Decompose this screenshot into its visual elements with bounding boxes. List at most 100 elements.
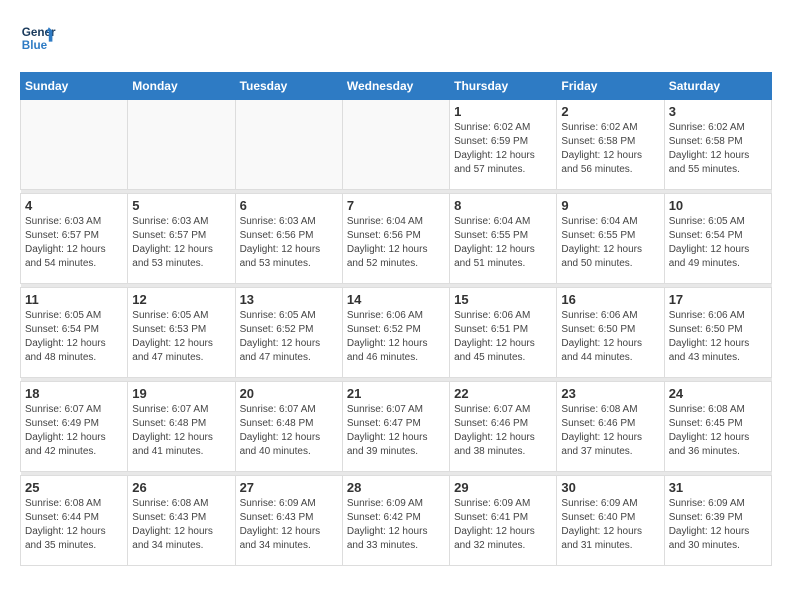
day-info: Sunrise: 6:02 AMSunset: 6:59 PMDaylight:… xyxy=(454,121,552,177)
day-info: Sunrise: 6:09 AMSunset: 6:43 PMDaylight:… xyxy=(240,497,338,553)
calendar-cell: 16 Sunrise: 6:06 AMSunset: 6:50 PMDayligh… xyxy=(557,288,664,378)
day-info: Sunrise: 6:06 AMSunset: 6:50 PMDaylight:… xyxy=(561,309,659,365)
day-number: 29 xyxy=(454,480,552,495)
calendar-cell: 8 Sunrise: 6:04 AMSunset: 6:55 PMDaylight… xyxy=(450,194,557,284)
day-number: 5 xyxy=(132,198,230,213)
day-info: Sunrise: 6:05 AMSunset: 6:53 PMDaylight:… xyxy=(132,309,230,365)
day-number: 17 xyxy=(669,292,767,307)
day-number: 23 xyxy=(561,386,659,401)
weekday-tuesday: Tuesday xyxy=(235,73,342,100)
calendar-cell: 29 Sunrise: 6:09 AMSunset: 6:41 PMDayligh… xyxy=(450,476,557,566)
day-info: Sunrise: 6:06 AMSunset: 6:50 PMDaylight:… xyxy=(669,309,767,365)
day-info: Sunrise: 6:05 AMSunset: 6:52 PMDaylight:… xyxy=(240,309,338,365)
calendar-cell: 31 Sunrise: 6:09 AMSunset: 6:39 PMDayligh… xyxy=(664,476,771,566)
calendar-cell: 12Sunrise: 6:05 AMSunset: 6:53 PMDayligh… xyxy=(128,288,235,378)
calendar-cell: 15 Sunrise: 6:06 AMSunset: 6:51 PMDayligh… xyxy=(450,288,557,378)
calendar-cell: 7 Sunrise: 6:04 AMSunset: 6:56 PMDaylight… xyxy=(342,194,449,284)
week-row-1: 1 Sunrise: 6:02 AMSunset: 6:59 PMDaylight… xyxy=(21,100,772,190)
calendar-cell: 19 Sunrise: 6:07 AMSunset: 6:48 PMDayligh… xyxy=(128,382,235,472)
day-number: 27 xyxy=(240,480,338,495)
day-info: Sunrise: 6:09 AMSunset: 6:41 PMDaylight:… xyxy=(454,497,552,553)
day-info: Sunrise: 6:07 AMSunset: 6:48 PMDaylight:… xyxy=(240,403,338,459)
day-info: Sunrise: 6:02 AMSunset: 6:58 PMDaylight:… xyxy=(561,121,659,177)
day-number: 30 xyxy=(561,480,659,495)
day-number: 18 xyxy=(25,386,123,401)
day-number: 31 xyxy=(669,480,767,495)
day-info: Sunrise: 6:04 AMSunset: 6:56 PMDaylight:… xyxy=(347,215,445,271)
calendar-cell: 18 Sunrise: 6:07 AMSunset: 6:49 PMDayligh… xyxy=(21,382,128,472)
day-number: 28 xyxy=(347,480,445,495)
day-info: Sunrise: 6:07 AMSunset: 6:46 PMDaylight:… xyxy=(454,403,552,459)
svg-text:Blue: Blue xyxy=(22,39,48,52)
day-number: 16 xyxy=(561,292,659,307)
day-number: 21 xyxy=(347,386,445,401)
calendar-cell: 25Sunrise: 6:08 AMSunset: 6:44 PMDayligh… xyxy=(21,476,128,566)
day-info: Sunrise: 6:06 AMSunset: 6:52 PMDaylight:… xyxy=(347,309,445,365)
calendar-cell: 5 Sunrise: 6:03 AMSunset: 6:57 PMDaylight… xyxy=(128,194,235,284)
day-number: 1 xyxy=(454,104,552,119)
calendar-table: SundayMondayTuesdayWednesdayThursdayFrid… xyxy=(20,72,772,566)
calendar-cell xyxy=(128,100,235,190)
calendar-cell: 30 Sunrise: 6:09 AMSunset: 6:40 PMDayligh… xyxy=(557,476,664,566)
day-number: 8 xyxy=(454,198,552,213)
calendar-cell xyxy=(21,100,128,190)
page-header: General Blue xyxy=(20,20,772,56)
day-number: 6 xyxy=(240,198,338,213)
calendar-cell: 2 Sunrise: 6:02 AMSunset: 6:58 PMDaylight… xyxy=(557,100,664,190)
day-number: 11 xyxy=(25,292,123,307)
calendar-cell: 9 Sunrise: 6:04 AMSunset: 6:55 PMDaylight… xyxy=(557,194,664,284)
day-number: 7 xyxy=(347,198,445,213)
day-info: Sunrise: 6:07 AMSunset: 6:48 PMDaylight:… xyxy=(132,403,230,459)
day-number: 22 xyxy=(454,386,552,401)
weekday-sunday: Sunday xyxy=(21,73,128,100)
calendar-cell: 21 Sunrise: 6:07 AMSunset: 6:47 PMDayligh… xyxy=(342,382,449,472)
calendar-cell: 28Sunrise: 6:09 AMSunset: 6:42 PMDayligh… xyxy=(342,476,449,566)
logo: General Blue xyxy=(20,20,56,56)
calendar-cell: 20 Sunrise: 6:07 AMSunset: 6:48 PMDayligh… xyxy=(235,382,342,472)
calendar-cell: 13Sunrise: 6:05 AMSunset: 6:52 PMDayligh… xyxy=(235,288,342,378)
calendar-cell: 11Sunrise: 6:05 AMSunset: 6:54 PMDayligh… xyxy=(21,288,128,378)
day-info: Sunrise: 6:04 AMSunset: 6:55 PMDaylight:… xyxy=(454,215,552,271)
day-number: 15 xyxy=(454,292,552,307)
week-row-2: 4 Sunrise: 6:03 AMSunset: 6:57 PMDaylight… xyxy=(21,194,772,284)
day-number: 19 xyxy=(132,386,230,401)
weekday-thursday: Thursday xyxy=(450,73,557,100)
day-info: Sunrise: 6:09 AMSunset: 6:40 PMDaylight:… xyxy=(561,497,659,553)
calendar-cell: 17 Sunrise: 6:06 AMSunset: 6:50 PMDayligh… xyxy=(664,288,771,378)
day-number: 9 xyxy=(561,198,659,213)
weekday-header-row: SundayMondayTuesdayWednesdayThursdayFrid… xyxy=(21,73,772,100)
day-info: Sunrise: 6:03 AMSunset: 6:57 PMDaylight:… xyxy=(132,215,230,271)
week-row-3: 11Sunrise: 6:05 AMSunset: 6:54 PMDayligh… xyxy=(21,288,772,378)
logo-icon: General Blue xyxy=(20,20,56,56)
day-info: Sunrise: 6:07 AMSunset: 6:49 PMDaylight:… xyxy=(25,403,123,459)
day-info: Sunrise: 6:06 AMSunset: 6:51 PMDaylight:… xyxy=(454,309,552,365)
day-info: Sunrise: 6:09 AMSunset: 6:39 PMDaylight:… xyxy=(669,497,767,553)
calendar-cell: 22 Sunrise: 6:07 AMSunset: 6:46 PMDayligh… xyxy=(450,382,557,472)
week-row-4: 18 Sunrise: 6:07 AMSunset: 6:49 PMDayligh… xyxy=(21,382,772,472)
weekday-friday: Friday xyxy=(557,73,664,100)
day-info: Sunrise: 6:05 AMSunset: 6:54 PMDaylight:… xyxy=(669,215,767,271)
weekday-wednesday: Wednesday xyxy=(342,73,449,100)
day-info: Sunrise: 6:08 AMSunset: 6:43 PMDaylight:… xyxy=(132,497,230,553)
day-number: 2 xyxy=(561,104,659,119)
calendar-cell xyxy=(342,100,449,190)
day-number: 3 xyxy=(669,104,767,119)
day-number: 20 xyxy=(240,386,338,401)
weekday-monday: Monday xyxy=(128,73,235,100)
calendar-cell: 14Sunrise: 6:06 AMSunset: 6:52 PMDayligh… xyxy=(342,288,449,378)
day-info: Sunrise: 6:08 AMSunset: 6:45 PMDaylight:… xyxy=(669,403,767,459)
day-info: Sunrise: 6:02 AMSunset: 6:58 PMDaylight:… xyxy=(669,121,767,177)
day-info: Sunrise: 6:07 AMSunset: 6:47 PMDaylight:… xyxy=(347,403,445,459)
calendar-cell: 26Sunrise: 6:08 AMSunset: 6:43 PMDayligh… xyxy=(128,476,235,566)
day-info: Sunrise: 6:08 AMSunset: 6:46 PMDaylight:… xyxy=(561,403,659,459)
weekday-saturday: Saturday xyxy=(664,73,771,100)
calendar-cell: 27 Sunrise: 6:09 AMSunset: 6:43 PMDayligh… xyxy=(235,476,342,566)
day-info: Sunrise: 6:03 AMSunset: 6:56 PMDaylight:… xyxy=(240,215,338,271)
day-number: 4 xyxy=(25,198,123,213)
day-info: Sunrise: 6:04 AMSunset: 6:55 PMDaylight:… xyxy=(561,215,659,271)
calendar-cell: 23 Sunrise: 6:08 AMSunset: 6:46 PMDayligh… xyxy=(557,382,664,472)
day-info: Sunrise: 6:03 AMSunset: 6:57 PMDaylight:… xyxy=(25,215,123,271)
week-row-5: 25Sunrise: 6:08 AMSunset: 6:44 PMDayligh… xyxy=(21,476,772,566)
day-number: 25 xyxy=(25,480,123,495)
calendar-cell: 1 Sunrise: 6:02 AMSunset: 6:59 PMDaylight… xyxy=(450,100,557,190)
